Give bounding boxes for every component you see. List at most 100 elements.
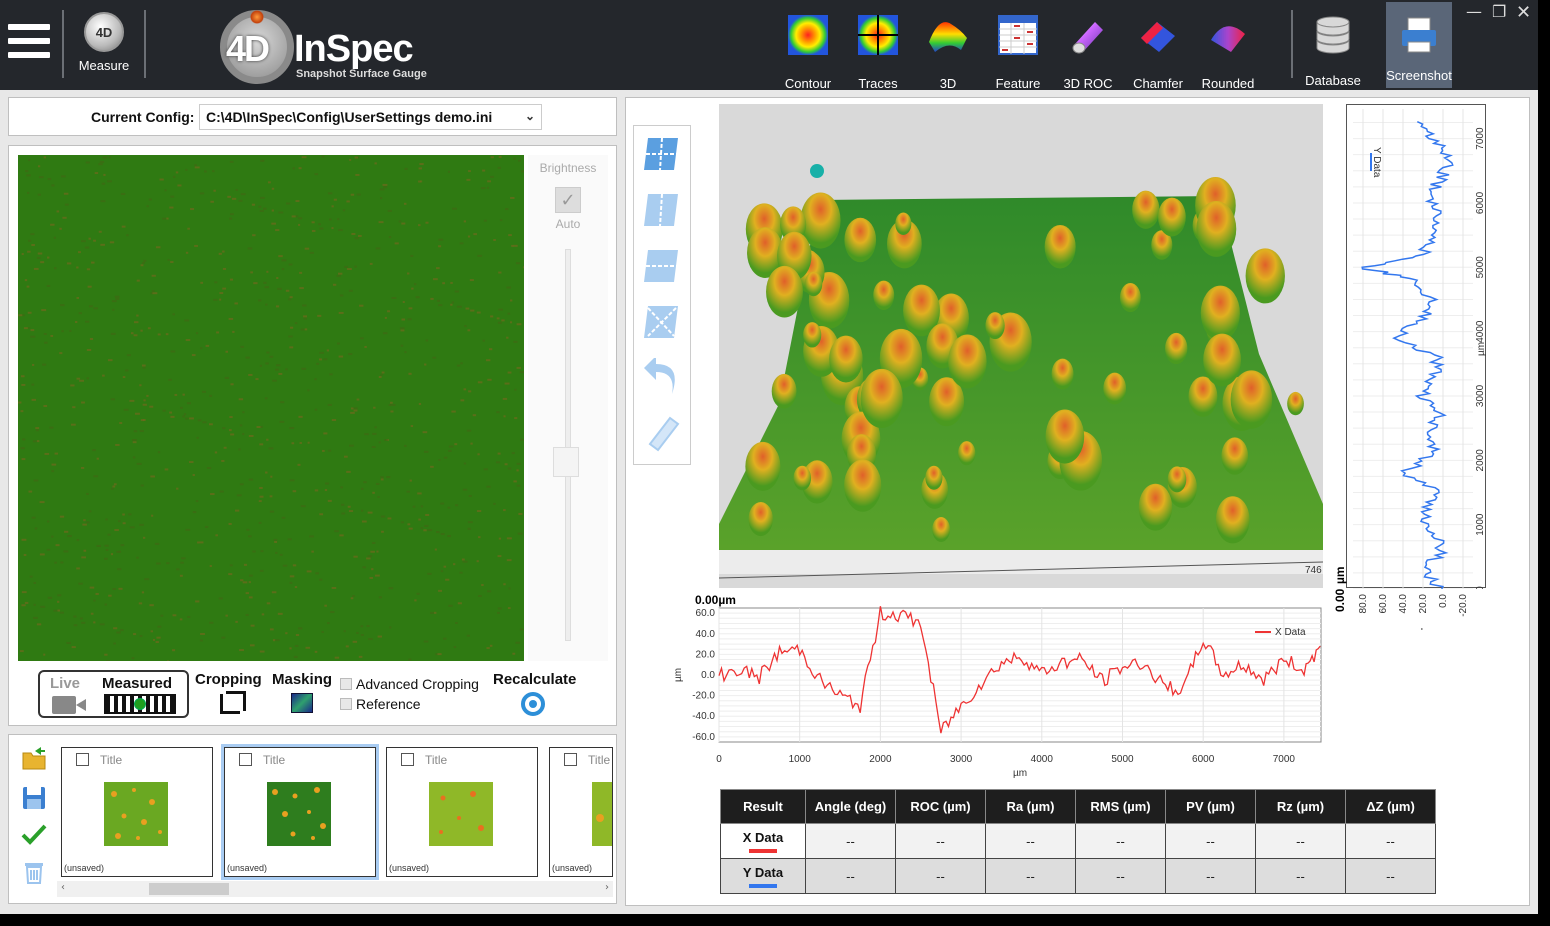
maximize-icon[interactable]: ❐ <box>1492 2 1506 21</box>
thumbnail-image <box>592 782 612 846</box>
crop-icon[interactable] <box>220 691 246 714</box>
recalculate-button[interactable]: Recalculate <box>493 671 576 688</box>
reference-checkbox[interactable] <box>340 698 352 710</box>
thumbnail-item[interactable]: Title (unsaved) <box>549 747 613 877</box>
y-profile-zero-label: 0.00 <box>1333 588 1347 612</box>
legend-label: X Data <box>1275 627 1306 638</box>
auto-brightness-checkbox[interactable]: ✓ <box>555 187 581 213</box>
x-tick-label: 5000 <box>1111 754 1134 765</box>
table-header: ΔZ (µm) <box>1345 789 1436 824</box>
thumbnail-checkbox[interactable] <box>76 753 89 766</box>
horizontal-profile-icon[interactable] <box>642 246 682 286</box>
scroll-left-icon[interactable]: ‹ <box>61 882 65 893</box>
screenshot-button[interactable]: Screenshot <box>1386 2 1452 88</box>
pos-tick-label: 6000 <box>1475 191 1486 214</box>
advanced-cropping-label: Advanced Cropping <box>356 676 479 692</box>
eraser-icon[interactable] <box>642 414 682 454</box>
table-cell: -- <box>1075 858 1166 894</box>
recalculate-icon[interactable] <box>521 692 545 716</box>
checkmark-icon[interactable] <box>21 821 47 847</box>
surface-peak <box>748 502 773 537</box>
3d-roc-button[interactable]: 3D ROC <box>1053 14 1123 91</box>
brightness-panel: Brightness ✓ Auto <box>528 155 608 661</box>
save-icon[interactable] <box>21 785 47 811</box>
traces-button[interactable]: Traces <box>843 14 913 91</box>
toolbar-divider <box>62 10 64 78</box>
database-button[interactable]: Database <box>1298 14 1368 88</box>
cross-profile-icon[interactable] <box>642 134 682 174</box>
pos-tick-label: 2000 <box>1475 449 1486 472</box>
app-logo: 4D InSpec Snapshot Surface Gauge <box>220 6 450 86</box>
val-tick-label: 80.0 <box>1358 594 1369 614</box>
x-profile-chart[interactable]: 0 1000 2000 3000 4000 5000 6000 7000 -60.0 -40.0 -… <box>665 598 1329 780</box>
mask-icon[interactable] <box>291 693 313 713</box>
table-row: Y Data -- -- -- -- -- -- -- <box>720 858 1436 894</box>
brightness-slider[interactable] <box>565 249 571 641</box>
thumbnail-checkbox[interactable] <box>564 753 577 766</box>
live-mode-button[interactable]: Live <box>50 675 80 692</box>
y-tick-label: 0.0 <box>701 670 715 681</box>
feature-button[interactable]: Feature <box>983 14 1053 91</box>
table-cell: -- <box>895 858 986 894</box>
chamfer-button[interactable]: Chamfer <box>1123 14 1193 91</box>
feature-table-icon <box>998 15 1038 55</box>
reference-label: Reference <box>356 696 421 712</box>
scrollbar-thumb[interactable] <box>149 883 229 895</box>
y-tick-label: 20.0 <box>696 649 716 660</box>
close-icon[interactable]: ✕ <box>1516 2 1531 23</box>
app-window: 4D Measure 4D InSpec Snapshot Surface Ga… <box>0 0 1538 914</box>
scroll-right-icon[interactable]: › <box>605 882 609 893</box>
advanced-cropping-checkbox[interactable] <box>340 678 352 690</box>
row-name: X Data <box>720 823 806 859</box>
open-folder-icon[interactable] <box>21 745 47 771</box>
x-tick-label: 6000 <box>1192 754 1215 765</box>
surface-peak <box>844 217 877 263</box>
surface-peak <box>860 368 903 428</box>
table-header: Angle (deg) <box>805 789 896 824</box>
minimize-icon[interactable]: — <box>1466 2 1482 21</box>
y-profile-chart[interactable]: 0 1000 2000 3000 4000 5000 6000 7000 µm Y Data <box>1346 104 1487 592</box>
rounded-icon <box>1211 26 1245 52</box>
surface-peak <box>873 280 895 310</box>
val-tick-label: -20.0 <box>1458 594 1469 617</box>
table-cell: -- <box>805 823 896 859</box>
surface-peak <box>771 373 797 409</box>
undo-icon[interactable] <box>642 358 682 398</box>
masking-button[interactable]: Masking <box>272 671 332 688</box>
row-name: Y Data <box>720 858 806 894</box>
surface-peak <box>1103 372 1127 405</box>
measure-button[interactable]: 4D Measure <box>72 12 136 78</box>
x-data-swatch <box>749 848 777 853</box>
thumbnail-checkbox[interactable] <box>401 753 414 766</box>
measured-mode-button[interactable]: Measured <box>102 675 172 692</box>
rounded-button[interactable]: Rounded <box>1193 14 1263 91</box>
thumbnail-scrollbar[interactable]: ‹ › <box>57 881 613 897</box>
config-select[interactable]: C:\4D\InSpec\Config\UserSettings demo.in… <box>199 104 542 130</box>
vertical-profile-icon[interactable] <box>642 190 682 230</box>
3d-button[interactable]: 3D <box>913 14 983 91</box>
measure-label: Measure <box>78 58 130 73</box>
measurement-image[interactable] <box>18 155 524 661</box>
x-tick-label: 3000 <box>950 754 973 765</box>
table-cell: -- <box>1165 823 1256 859</box>
cropping-button[interactable]: Cropping <box>195 671 262 688</box>
x-tick-label: 2000 <box>869 754 892 765</box>
film-strip-icon <box>104 694 176 714</box>
surface-peak <box>1245 248 1285 304</box>
surface-peak <box>1132 190 1160 229</box>
brightness-slider-thumb[interactable] <box>553 447 579 477</box>
top-toolbar: 4D Measure 4D InSpec Snapshot Surface Ga… <box>0 0 1538 91</box>
surface-3d-view[interactable]: 746 <box>719 104 1323 588</box>
surface-peak <box>1119 283 1141 313</box>
contour-button[interactable]: Contour <box>773 14 843 91</box>
thumbnail-item[interactable]: Title (unsaved) <box>221 744 379 880</box>
thumbnail-checkbox[interactable] <box>239 753 252 766</box>
thumbnail-item[interactable]: Title (unsaved) <box>386 747 538 877</box>
surface-peak <box>985 312 1005 340</box>
diagonal-profile-icon[interactable] <box>642 302 682 342</box>
table-header: ROC (µm) <box>895 789 986 824</box>
pos-tick-label: 3000 <box>1475 384 1486 407</box>
hamburger-menu-icon[interactable] <box>8 24 50 64</box>
thumbnail-item[interactable]: Title (unsaved) <box>61 747 213 877</box>
trash-icon[interactable] <box>21 859 47 885</box>
